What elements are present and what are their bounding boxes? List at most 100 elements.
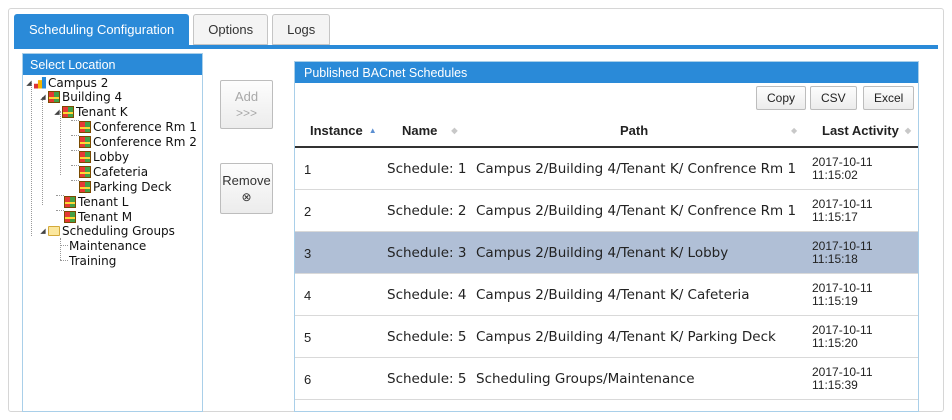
tree-connector <box>71 120 79 121</box>
tree-connector <box>60 260 68 261</box>
sort-icon: ◆ <box>451 125 458 135</box>
cell-instance: 3 <box>304 245 312 261</box>
cell-path: Campus 2/Building 4/Tenant K/ Confrence … <box>476 203 797 219</box>
tree-connector <box>60 238 61 260</box>
building-icon <box>64 210 76 223</box>
excel-button[interactable]: Excel <box>863 86 915 110</box>
tab-underline <box>14 45 938 49</box>
column-header-name[interactable]: Name ◆ <box>402 114 458 146</box>
tree-node-tenant-l[interactable]: Tenant L <box>64 194 128 209</box>
last-activity-time: 11:15:20 <box>812 336 858 350</box>
tree-node-scheduling-groups[interactable]: ◢ Scheduling Groups <box>39 223 175 238</box>
cell-last-activity: 2017-10-11 11:15:19 <box>812 274 873 316</box>
select-location-panel: Select Location ◢ Campus 2 ◢ Building 4 … <box>22 53 203 412</box>
tree-connector <box>42 97 43 205</box>
select-location-title: Select Location <box>23 54 202 75</box>
building-icon <box>64 195 76 208</box>
cell-last-activity: 2017-10-11 11:15:17 <box>812 190 873 232</box>
table-row[interactable]: 6 Schedule: 5 Scheduling Groups/Maintena… <box>295 358 918 400</box>
building-icon <box>79 180 91 193</box>
table-row-selected[interactable]: 3 Schedule: 3 Campus 2/Building 4/Tenant… <box>295 232 918 274</box>
remove-circle-icon: ⊗ <box>241 189 252 204</box>
cell-path: Campus 2/Building 4/Tenant K/ Lobby <box>476 245 729 261</box>
building-icon <box>79 135 91 148</box>
tree-node-group-item[interactable]: Training <box>69 253 116 268</box>
tree-node-room[interactable]: Conference Rm 2 <box>79 134 197 149</box>
cell-path: Campus 2/Building 4/Tenant K/ Cafeteria <box>476 287 750 303</box>
table-row[interactable]: 2 Schedule: 2 Campus 2/Building 4/Tenant… <box>295 190 918 232</box>
cell-instance: 4 <box>304 287 312 303</box>
collapse-arrow-icon[interactable]: ◢ <box>39 92 47 102</box>
building-icon <box>79 165 91 178</box>
tab-options[interactable]: Options <box>193 14 269 45</box>
collapse-arrow-icon[interactable]: ◢ <box>39 226 47 236</box>
cell-path: Campus 2/Building 4/Tenant K/ Parking De… <box>476 329 776 345</box>
add-button[interactable]: Add >>> <box>220 80 273 129</box>
cell-name: Schedule: 5 <box>387 329 467 345</box>
tab-scheduling-configuration[interactable]: Scheduling Configuration <box>14 14 190 45</box>
column-header-last-activity[interactable]: Last Activity ◆ <box>822 114 911 146</box>
tree-node-building[interactable]: ◢ Building 4 <box>39 89 122 104</box>
table-row[interactable]: 4 Schedule: 4 Campus 2/Building 4/Tenant… <box>295 274 918 316</box>
column-header-path[interactable]: Path <box>620 114 648 146</box>
cell-path: Campus 2/Building 4/Tenant K/ Confrence … <box>476 161 797 177</box>
cell-path: Scheduling Groups/Maintenance <box>476 371 695 387</box>
tree-node-tenant-k[interactable]: ◢ Tenant K <box>53 104 127 119</box>
add-button-label: Add <box>234 88 259 104</box>
cell-last-activity: 2017-10-11 11:15:02 <box>812 148 873 190</box>
bar-chart-icon <box>34 76 46 89</box>
tree-node-room[interactable]: Parking Deck <box>79 179 171 194</box>
remove-button[interactable]: Remove ⊗ <box>220 163 273 214</box>
sort-icon: ◆ <box>904 125 911 135</box>
tree-connector <box>60 245 68 246</box>
tree-connector <box>60 111 61 175</box>
last-activity-time: 11:15:39 <box>812 378 858 392</box>
tree-connector <box>56 195 64 196</box>
tree-node-room[interactable]: Conference Rm 1 <box>79 119 197 134</box>
sort-icon: ◆ <box>791 126 798 135</box>
cell-name: Schedule: 1 <box>387 161 467 177</box>
folder-icon <box>48 225 60 236</box>
tree-connector <box>71 135 79 136</box>
tree-connector <box>56 210 64 211</box>
remove-button-label: Remove <box>222 172 271 188</box>
cell-name: Schedule: 4 <box>387 287 467 303</box>
building-icon <box>62 105 74 118</box>
column-header-label: Path <box>620 122 649 138</box>
cell-name: Schedule: 2 <box>387 203 467 219</box>
tree-node-campus[interactable]: ◢ Campus 2 <box>25 75 108 90</box>
building-icon <box>79 150 91 163</box>
tree-node-tenant-m[interactable]: Tenant M <box>64 209 132 224</box>
building-icon <box>48 90 60 103</box>
csv-button[interactable]: CSV <box>810 86 857 110</box>
tab-logs[interactable]: Logs <box>272 14 331 45</box>
tree-node-room[interactable]: Cafeteria <box>79 164 148 179</box>
table-row[interactable]: 1 Schedule: 1 Campus 2/Building 4/Tenant… <box>295 148 918 190</box>
collapse-arrow-icon[interactable]: ◢ <box>25 78 33 88</box>
published-schedules-panel: Published BACnet Schedules Copy CSV Exce… <box>294 61 919 412</box>
tree-node-room[interactable]: Lobby <box>79 149 129 164</box>
last-activity-time: 11:15:19 <box>812 294 858 308</box>
column-header-label: Name <box>402 122 438 138</box>
collapse-arrow-icon[interactable]: ◢ <box>53 107 61 117</box>
tree-node-group-item[interactable]: Maintenance <box>69 238 146 253</box>
cell-name: Schedule: 3 <box>387 245 467 261</box>
sort-ascending-icon: ▲ <box>368 125 377 135</box>
column-header-instance[interactable]: Instance ▲ <box>310 114 377 146</box>
cell-name: Schedule: 5 <box>387 371 467 387</box>
published-schedules-title: Published BACnet Schedules <box>295 62 918 83</box>
double-chevron-right-icon: >>> <box>235 105 258 120</box>
column-header-label: Last Activity <box>822 122 899 138</box>
cell-last-activity: 2017-10-11 11:15:18 <box>812 232 873 274</box>
cell-instance: 6 <box>304 371 312 387</box>
cell-instance: 1 <box>304 161 312 177</box>
building-icon <box>79 120 91 133</box>
copy-button[interactable]: Copy <box>756 86 807 110</box>
last-activity-time: 11:15:18 <box>812 252 858 266</box>
tree-connector <box>31 83 32 236</box>
last-activity-time: 11:15:17 <box>812 210 858 224</box>
last-activity-time: 11:15:02 <box>812 168 858 182</box>
table-row[interactable]: 5 Schedule: 5 Campus 2/Building 4/Tenant… <box>295 316 918 358</box>
column-header-label: Instance <box>310 122 363 138</box>
cell-last-activity: 2017-10-11 11:15:39 <box>812 358 873 400</box>
